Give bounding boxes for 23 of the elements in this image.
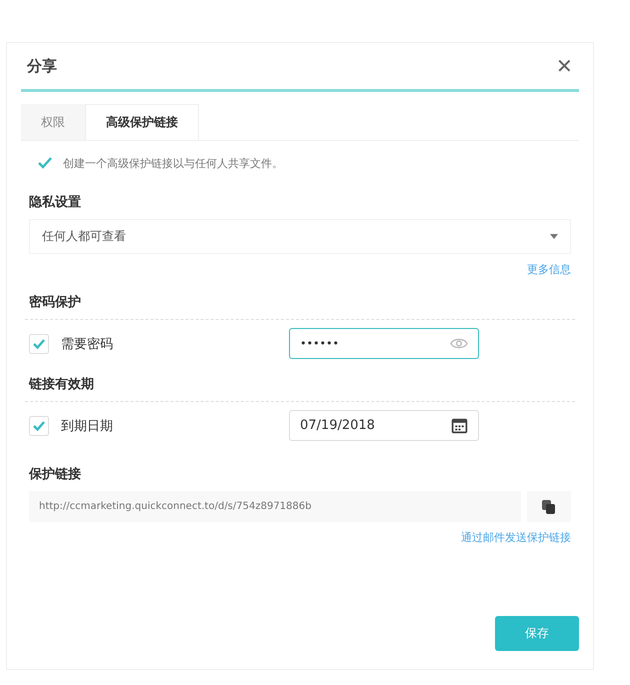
section-heading: 隐私设置: [29, 194, 82, 211]
checkbox[interactable]: [29, 334, 49, 354]
eye-icon[interactable]: [450, 337, 468, 350]
checkbox-label: 需要密码: [61, 336, 113, 352]
window-title: 分享: [27, 56, 57, 76]
checkmark-icon[interactable]: [37, 155, 53, 171]
close-button[interactable]: ✕: [556, 54, 573, 78]
tab[interactable]: 高级保护链接: [85, 104, 199, 140]
password-field[interactable]: ••••••: [289, 328, 479, 359]
section-heading: 保护链接: [29, 466, 82, 483]
copy-icon: [541, 498, 557, 514]
date-field[interactable]: 07/19/2018: [289, 410, 479, 441]
link-field[interactable]: http://ccmarketing.quickconnect.to/d/s/754z8971886b: [29, 491, 521, 522]
tab[interactable]: 权限: [21, 104, 85, 140]
checkbox-label: 到期日期: [61, 418, 113, 434]
copy-button[interactable]: [527, 491, 571, 522]
option-label: 创建一个高级保护链接以与任何人共享文件。: [63, 156, 283, 170]
section-heading: 链接有效期: [29, 376, 95, 393]
dropdown-caret-icon: [550, 234, 558, 239]
calendar-icon[interactable]: [451, 417, 468, 434]
checkbox[interactable]: [29, 416, 49, 436]
section-heading: 密码保护: [29, 294, 82, 311]
privacy-dropdown[interactable]: 任何人都可查看: [29, 219, 571, 254]
